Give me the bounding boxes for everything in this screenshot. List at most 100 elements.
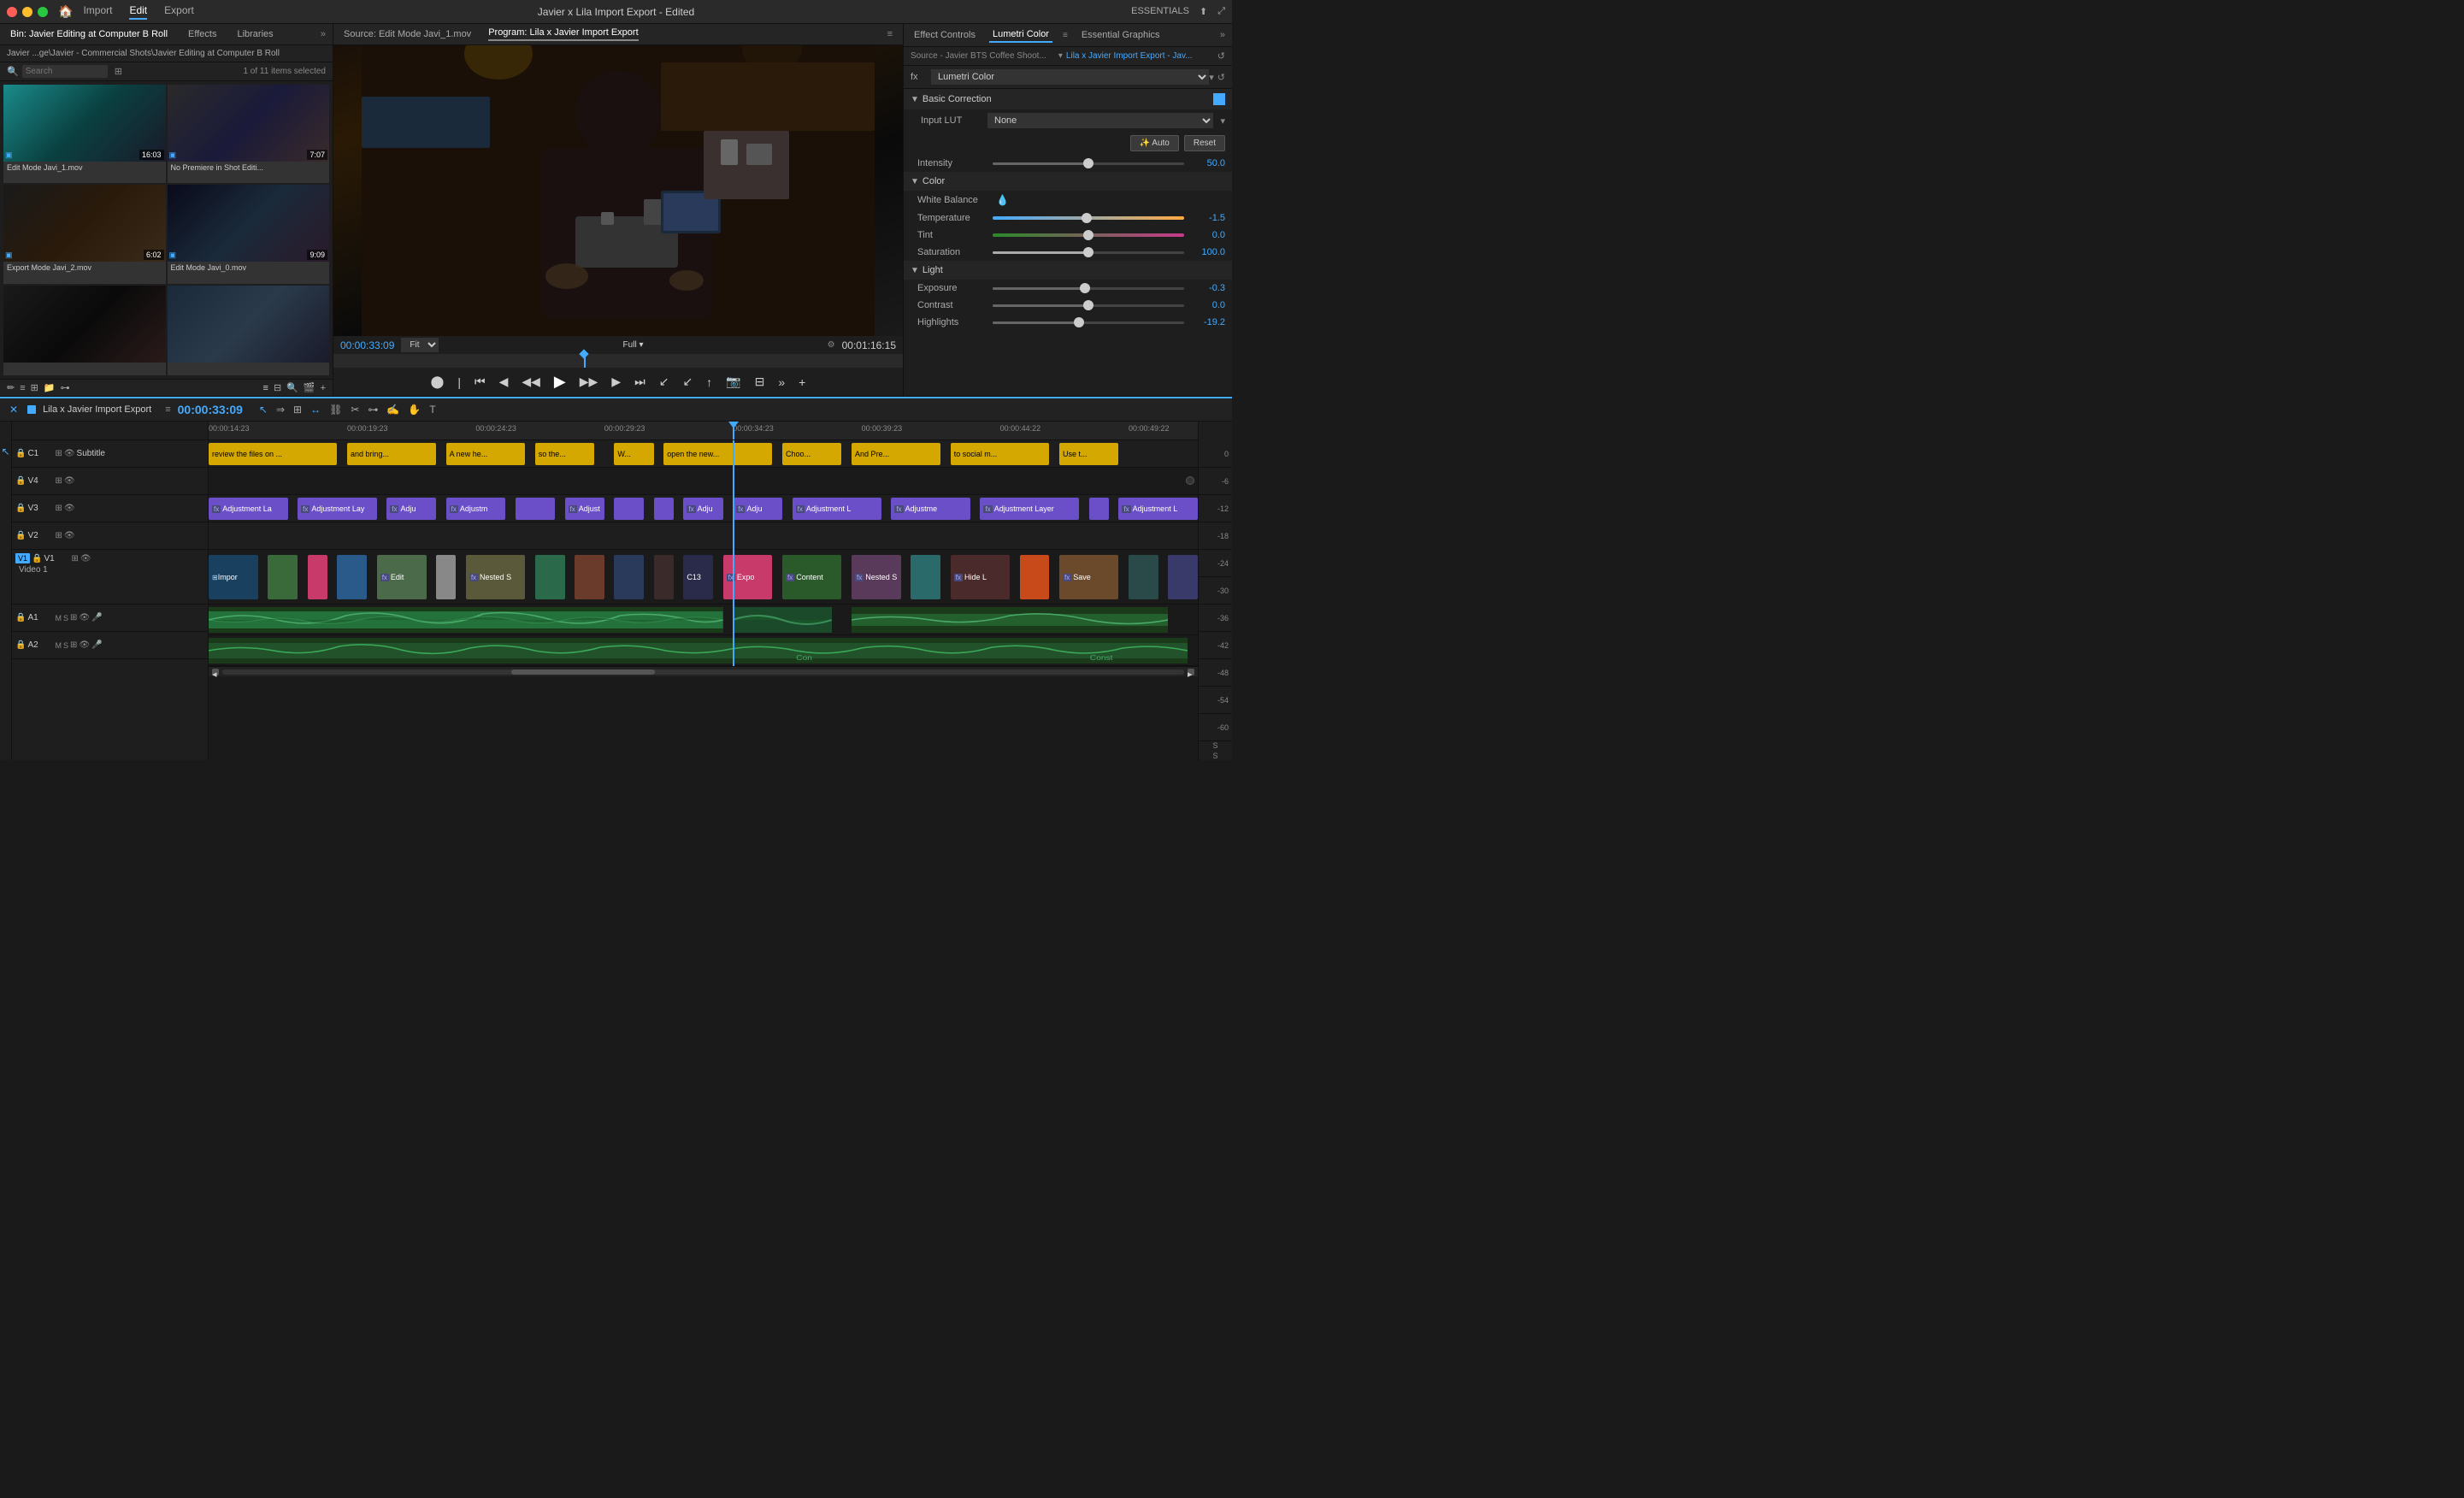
bin-grid-icon[interactable]: ⊟ (274, 382, 281, 393)
track-v4-settings-icon[interactable]: ⊞ (55, 476, 62, 486)
bin-tool-grid[interactable]: ⊞ (31, 382, 38, 393)
v1-clip-8[interactable] (535, 555, 565, 599)
track-a2-lock[interactable]: 🔒 (15, 640, 26, 650)
v1-clip-9[interactable] (575, 555, 604, 599)
white-balance-eyedropper[interactable]: 💧 (996, 194, 1009, 206)
track-v3-eye-icon[interactable]: 👁 (64, 504, 75, 513)
track-v3-settings-icon[interactable]: ⊞ (55, 504, 62, 513)
input-lut-select[interactable]: None (987, 113, 1213, 128)
ripple-edit-tool[interactable]: ⊞ (291, 402, 304, 417)
track-a1-mic-icon[interactable]: 🎤 (91, 613, 102, 622)
track-a2-eye-icon[interactable]: 👁 (79, 640, 90, 650)
track-a1-m[interactable]: M (55, 614, 62, 622)
v1-clip-expo[interactable]: fxExpo (723, 555, 773, 599)
track-c1-settings-icon[interactable]: ⊞ (55, 449, 62, 458)
a1-waveform-3[interactable] (852, 607, 1168, 633)
effects-reset-icon[interactable]: ↺ (1217, 50, 1225, 62)
track-v4-lock[interactable]: 🔒 (15, 476, 26, 486)
bin-item[interactable]: ▣ 7:07 No Premiere in Shot Editi... (168, 85, 330, 183)
scrollbar-track[interactable] (222, 669, 1184, 675)
basic-correction-header[interactable]: ▼ Basic Correction (904, 89, 1232, 109)
v1-clip-7[interactable]: fxNested S (466, 555, 525, 599)
essential-graphics-tab[interactable]: Essential Graphics (1078, 28, 1164, 42)
lut-dropdown-icon[interactable]: ▾ (1220, 115, 1225, 127)
v3-adj-11[interactable]: fxAdjustment L (793, 498, 881, 520)
next-clip-button[interactable]: ▶▶ (576, 373, 602, 391)
track-v2-eye-icon[interactable]: 👁 (64, 531, 75, 540)
v1-clip-c13[interactable]: C13 (683, 555, 713, 599)
track-a2-mic-icon[interactable]: 🎤 (91, 640, 102, 650)
slip-tool[interactable]: ⊶ (365, 402, 380, 417)
home-icon[interactable]: 🏠 (58, 4, 73, 19)
v3-adj-12[interactable]: fxAdjustme (891, 498, 970, 520)
bin-view-icon[interactable]: ⊞ (115, 66, 122, 77)
track-select-tool[interactable]: ⇒ (274, 402, 287, 417)
frame-back-button[interactable]: ◀ (496, 373, 512, 391)
subtitle-clip-10[interactable]: Use t... (1059, 443, 1118, 465)
bin-item[interactable]: ▣ 6:02 Export Mode Javi_2.mov (3, 185, 166, 283)
export-button[interactable]: ⊟ (752, 373, 769, 391)
exposure-slider[interactable] (993, 287, 1184, 290)
v1-clip-1[interactable]: ⊞Impor (209, 555, 258, 599)
track-v2-lock[interactable]: 🔒 (15, 531, 26, 540)
scroll-left-btn[interactable]: ◂ (212, 669, 219, 675)
track-v1-eye-icon[interactable]: 👁 (80, 554, 91, 563)
track-a1-lock[interactable]: 🔒 (15, 613, 26, 622)
v3-adj-9[interactable]: fxAdju (683, 498, 722, 520)
v3-adj-7[interactable] (614, 498, 644, 520)
v1-clip-nested2[interactable]: fxNested S (852, 555, 901, 599)
track-c1-eye-icon[interactable]: 👁 (64, 449, 75, 458)
bin-tool-folder[interactable]: 📁 (44, 382, 56, 393)
rolling-edit-tool[interactable]: ↔ (308, 402, 323, 417)
subtitle-clip-7[interactable]: Choo... (782, 443, 841, 465)
nav-export[interactable]: Export (164, 4, 194, 20)
effect-controls-tab[interactable]: Effect Controls (911, 28, 979, 42)
subtitle-clip-3[interactable]: A new he... (446, 443, 526, 465)
v1-clip-3[interactable] (308, 555, 327, 599)
mark-out-button[interactable]: | (454, 374, 464, 391)
v1-clip-10[interactable] (614, 555, 644, 599)
overwrite-button[interactable]: ↙ (679, 373, 696, 391)
step-fwd-button[interactable]: ⏭ (631, 373, 649, 391)
bin-item[interactable] (3, 286, 166, 375)
step-back-button[interactable]: ⏮ (471, 373, 489, 391)
selection-tool[interactable]: ↖ (256, 402, 270, 417)
hand-tool[interactable]: ✋ (405, 402, 423, 417)
bin-more-icon[interactable]: ≡ (263, 383, 268, 393)
v3-adj-2[interactable]: fxAdjustment Lay (298, 498, 377, 520)
a2-waveform[interactable]: Con Const (209, 638, 1188, 663)
subtitle-clip-2[interactable]: and bring... (347, 443, 436, 465)
lumetri-menu-icon[interactable]: ≡ (1063, 31, 1068, 40)
maximize-button[interactable] (38, 7, 48, 17)
track-a2-settings-icon[interactable]: ⊞ (70, 640, 77, 650)
v3-adj-8[interactable] (654, 498, 674, 520)
intensity-slider[interactable] (993, 162, 1184, 165)
v1-clip-content[interactable]: fxContent (782, 555, 841, 599)
a1-waveform-1[interactable] (209, 607, 723, 633)
bin-item[interactable]: ▣ 16:03 Edit Mode Javi_1.mov (3, 85, 166, 183)
fx-reset-icon[interactable]: ↺ (1217, 72, 1225, 83)
auto-button[interactable]: ✨ Auto (1130, 135, 1179, 151)
v1-clip-misc2[interactable] (1020, 555, 1050, 599)
minimize-button[interactable] (22, 7, 32, 17)
subtitle-clip-4[interactable]: so the... (535, 443, 594, 465)
insert-button[interactable]: ↙ (656, 373, 673, 391)
reset-button[interactable]: Reset (1184, 135, 1225, 151)
track-a2-m[interactable]: M (55, 641, 62, 650)
bin-film-icon[interactable]: 🎬 (304, 382, 315, 393)
bin-tool-slider[interactable]: ⊶ (61, 382, 70, 393)
track-c1-lock[interactable]: 🔒 (15, 449, 26, 458)
scrollbar-thumb[interactable] (511, 669, 656, 675)
v1-clip-2[interactable] (268, 555, 298, 599)
fx-dropdown-icon[interactable]: ▾ (1209, 72, 1214, 83)
source-tab[interactable]: Source: Edit Mode Javi_1.mov (344, 29, 471, 39)
temperature-slider[interactable] (993, 216, 1184, 220)
v1-clip-misc3[interactable] (1129, 555, 1158, 599)
saturation-slider[interactable] (993, 251, 1184, 254)
track-v1-target[interactable]: V1 (15, 553, 30, 563)
camera-button[interactable]: 📷 (722, 373, 744, 391)
bin-tab-main[interactable]: Bin: Javier Editing at Computer B Roll (7, 27, 171, 41)
v1-clip-5[interactable]: fxEdit (377, 555, 427, 599)
preview-menu-icon[interactable]: ≡ (887, 29, 893, 39)
track-a1-s[interactable]: S (63, 614, 68, 622)
